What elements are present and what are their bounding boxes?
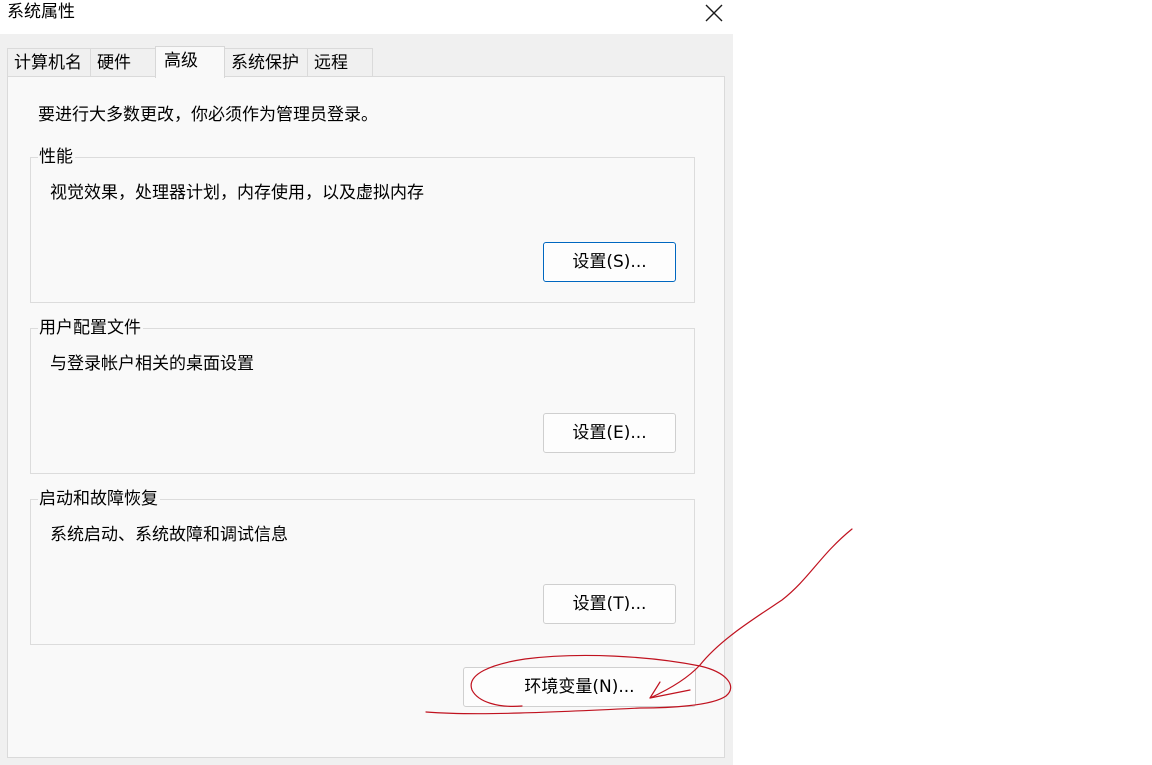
close-button[interactable] — [695, 0, 733, 26]
close-icon — [705, 4, 723, 22]
performance-description: 视觉效果，处理器计划，内存使用，以及虚拟内存 — [50, 183, 424, 203]
user-profiles-group: 用户配置文件 与登录帐户相关的桌面设置 设置(E)... — [30, 317, 695, 474]
startup-recovery-settings-button[interactable]: 设置(T)... — [543, 584, 676, 624]
window-title: 系统属性 — [7, 2, 75, 22]
advanced-tab-panel: 要进行大多数更改，你必须作为管理员登录。 性能 视觉效果，处理器计划，内存使用，… — [7, 76, 725, 758]
startup-recovery-group-label: 启动和故障恢复 — [38, 488, 160, 510]
user-profiles-settings-button[interactable]: 设置(E)... — [543, 413, 676, 453]
tab-system-protection[interactable]: 系统保护 — [224, 48, 308, 76]
performance-settings-button[interactable]: 设置(S)... — [543, 242, 676, 282]
user-profiles-description: 与登录帐户相关的桌面设置 — [50, 354, 254, 374]
performance-group: 性能 视觉效果，处理器计划，内存使用，以及虚拟内存 设置(S)... — [30, 146, 695, 303]
system-properties-dialog: 系统属性 计算机名 硬件 高级 系统保护 远程 要进行大多数更改，你必须作为管理… — [0, 0, 733, 765]
startup-recovery-description: 系统启动、系统故障和调试信息 — [50, 525, 288, 545]
tab-remote[interactable]: 远程 — [307, 48, 373, 76]
tab-computer-name[interactable]: 计算机名 — [7, 48, 91, 76]
admin-note: 要进行大多数更改，你必须作为管理员登录。 — [38, 105, 378, 125]
user-profiles-group-label: 用户配置文件 — [38, 317, 143, 339]
tab-hardware[interactable]: 硬件 — [90, 48, 156, 76]
environment-variables-button[interactable]: 环境变量(N)... — [463, 667, 696, 707]
screenshot: 系统属性 计算机名 硬件 高级 系统保护 远程 要进行大多数更改，你必须作为管理… — [0, 0, 1152, 765]
dialog-client-area: 计算机名 硬件 高级 系统保护 远程 要进行大多数更改，你必须作为管理员登录。 … — [0, 34, 733, 765]
startup-recovery-group: 启动和故障恢复 系统启动、系统故障和调试信息 设置(T)... — [30, 488, 695, 645]
tab-advanced[interactable]: 高级 — [155, 46, 225, 78]
performance-group-label: 性能 — [38, 146, 75, 168]
tab-strip: 计算机名 硬件 高级 系统保护 远程 — [7, 46, 373, 78]
